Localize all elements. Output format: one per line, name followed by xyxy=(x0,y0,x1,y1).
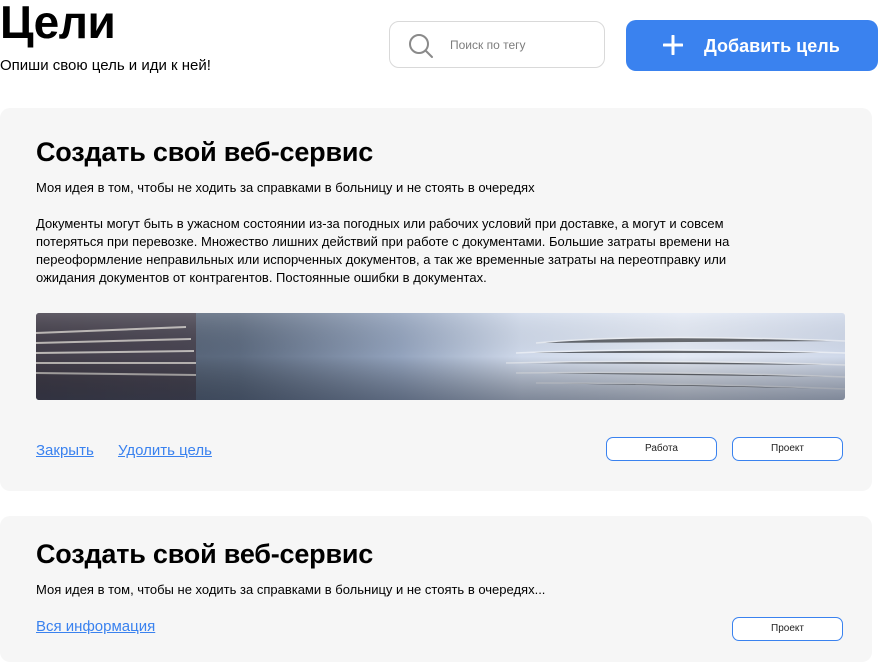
tag-work[interactable]: Работа xyxy=(606,437,717,461)
goal-title: Создать свой веб-сервис xyxy=(36,539,374,569)
goal-summary: Моя идея в том, чтобы не ходить за справ… xyxy=(36,582,546,597)
add-goal-label: Добавить цель xyxy=(704,36,840,56)
add-goal-button[interactable]: Добавить цель xyxy=(626,20,878,71)
goal-card-collapsed: Создать свой веб-сервис Моя идея в том, … xyxy=(0,516,872,662)
goal-title: Создать свой веб-сервис xyxy=(36,137,374,167)
tag-project[interactable]: Проект xyxy=(732,617,843,641)
search-input[interactable] xyxy=(450,34,590,56)
close-link[interactable]: Закрыть xyxy=(36,442,94,460)
page-title: Цели xyxy=(0,0,116,48)
search-box[interactable] xyxy=(389,21,605,68)
tag-project[interactable]: Проект xyxy=(732,437,843,461)
documents-image xyxy=(36,313,845,400)
goal-description: Документы могут быть в ужасном состоянии… xyxy=(36,216,730,285)
delete-goal-link[interactable]: Удолить цель xyxy=(118,442,212,460)
plus-icon xyxy=(663,35,683,55)
goal-card-expanded: Создать свой веб-сервис Моя идея в том, … xyxy=(0,108,872,491)
more-info-link[interactable]: Вся информация xyxy=(36,618,155,636)
goal-summary: Моя идея в том, чтобы не ходить за справ… xyxy=(36,180,535,195)
page-subtitle: Опиши свою цель и иди к ней! xyxy=(0,57,211,74)
search-icon xyxy=(409,34,433,58)
